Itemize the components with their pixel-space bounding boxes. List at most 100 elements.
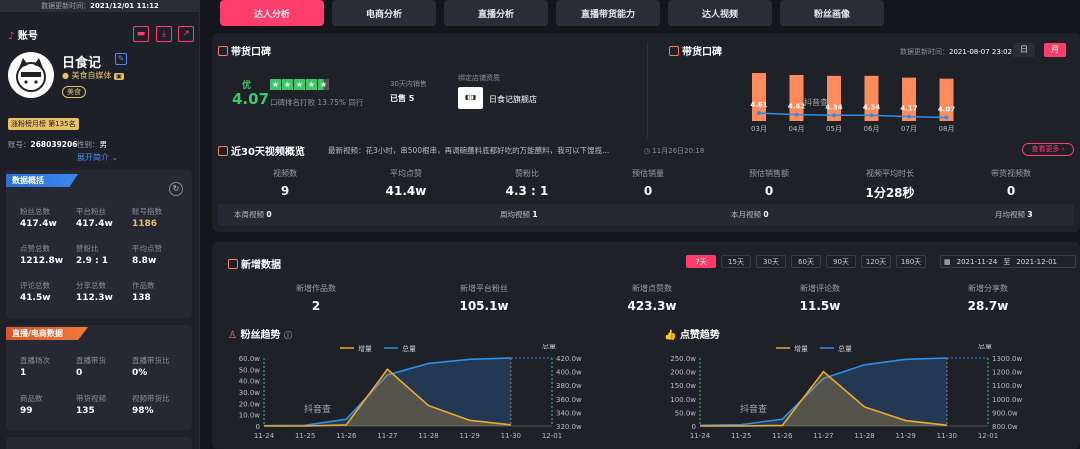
account-no-label: 账号： (8, 140, 31, 149)
watermark: 抖音查 (304, 403, 331, 415)
video-stat-value: 0 (764, 184, 774, 198)
left-tick-label: 0 (692, 423, 696, 431)
fans-trend-title-text: 粉丝趋势 (240, 330, 281, 341)
new-data-title-text: 新增数据 (241, 260, 281, 271)
left-tick-label: 150.0w (670, 382, 696, 390)
left-tick-label: 200.0w (670, 369, 696, 377)
bar-value-label: 4.17 (900, 105, 917, 113)
overview-label: 分享总数 (76, 281, 106, 290)
external-link-icon[interactable]: ↗ (178, 26, 194, 42)
favorite-icon[interactable]: ▬ (133, 26, 149, 42)
video-stat-value: 4.3 : 1 (505, 184, 549, 198)
tab-4[interactable]: 达人视频 (668, 0, 772, 26)
range-button[interactable]: 30天 (756, 255, 786, 268)
live-value: 99 (20, 406, 33, 416)
overview-value: 2.9 : 1 (76, 256, 109, 266)
account-heading: ♪ 账号 (8, 27, 38, 42)
live-label: 视频带货比 (132, 394, 170, 403)
divider (647, 43, 648, 138)
reputation-chart-title: 带货口碑 (669, 43, 722, 58)
reputation-title: 带货口碑 (218, 43, 271, 58)
trend-point (757, 111, 761, 116)
chevron-down-icon: ⌄ (111, 153, 119, 162)
overview-cell: 评论总数 41.5w (20, 280, 76, 303)
left-tick-label: 250.0w (670, 355, 696, 363)
star-icon: ★ (270, 79, 281, 90)
video-stat-value: 1分28秒 (865, 186, 915, 200)
live-value: 1 (20, 368, 27, 378)
new-stat-label: 新增平台粉丝 (460, 284, 508, 293)
right-tick-label: 340.0w (556, 409, 582, 417)
frequency-value: 0 (266, 210, 272, 219)
tab-1[interactable]: 电商分析 (332, 0, 436, 26)
creator-name: 日食记 (62, 56, 102, 71)
right-tick-label: 900.0w (992, 409, 1018, 417)
gender-label: 性别： (77, 140, 100, 149)
tab-0[interactable]: 达人分析 (220, 0, 324, 26)
overview-value: 417.4w (20, 219, 57, 229)
user-icon: ♙ (228, 330, 241, 341)
range-button[interactable]: 90天 (826, 255, 856, 268)
bar-category-label: 05月 (826, 125, 842, 133)
download-icon[interactable]: ⤓ (156, 26, 172, 42)
shop-icon: ▣ (114, 73, 124, 80)
month-toggle[interactable]: 月 (1044, 43, 1066, 57)
left-tick-label: 20.0w (239, 400, 261, 408)
video-stat-value: 0 (643, 184, 653, 198)
expand-intro-link[interactable]: 展开简介 ⌄ (77, 152, 118, 163)
bar (902, 77, 916, 121)
shop-name[interactable]: 日食记旗舰店 (489, 94, 537, 105)
right-tick-label: 380.0w (556, 382, 582, 390)
gender-value: 男 (99, 140, 108, 149)
live-ecommerce-card: 直播/电商数据 直播场次 1 直播带货 0 直播带货比 0% 商品数 99 带货视频 135 视频带… (6, 325, 192, 430)
view-more-button[interactable]: 查看更多 › (1022, 143, 1074, 156)
video-stat-value: 9 (280, 184, 290, 198)
overview-cell: 平台粉丝 417.4w (76, 206, 132, 229)
x-tick-label: 12-01 (542, 432, 562, 440)
update-time-bar: 数据更新时间： 2021/12/01 11:12 (0, 0, 200, 12)
range-button[interactable]: 180天 (896, 255, 926, 268)
left-tick-label: 30.0w (239, 389, 261, 397)
range-button[interactable]: 7天 (686, 255, 716, 268)
video-stat: 预估销量 0 (583, 168, 713, 198)
live-label: 直播场次 (20, 356, 50, 365)
day-toggle[interactable]: 日 (1013, 43, 1035, 57)
frequency-label: 周均视频 (500, 210, 533, 219)
refresh-icon[interactable]: ↻ (169, 182, 183, 196)
watermark: 抖音查 (804, 97, 828, 107)
frequency-item: 周均视频 1 (500, 209, 538, 220)
live-cell: 直播带货比 0% (132, 355, 188, 378)
live-label: 商品数 (20, 394, 43, 403)
new-data-title: 新增数据 (228, 256, 281, 271)
new-stat-value: 11.5w (799, 299, 841, 313)
tab-5[interactable]: 粉丝画像 (780, 0, 884, 26)
date-sep: 至 (1003, 257, 1011, 266)
tab-2[interactable]: 直播分析 (444, 0, 548, 26)
range-button[interactable]: 120天 (861, 255, 891, 268)
media-tag: ● 美食自媒体 ▣ (62, 70, 124, 81)
video-stat: 视频数 9 (220, 168, 350, 198)
live-label: 带货视频 (76, 394, 106, 403)
profile-sidebar: 数据更新时间： 2021/12/01 11:12 ♪ 账号 ▬ ⤓ ↗ 日食记 … (0, 0, 200, 449)
overview-label: 赞粉比 (76, 244, 99, 253)
range-button[interactable]: 15天 (721, 255, 751, 268)
left-tick-label: 0 (256, 423, 260, 431)
rank-badge[interactable]: 涨粉榜月榜 第135名 (8, 118, 79, 130)
date-range-picker[interactable]: ▦ 2021-11-24 至 2021-12-01 (940, 255, 1076, 268)
tab-3[interactable]: 直播带货能力 (556, 0, 660, 26)
new-stat-label: 新增评论数 (800, 284, 840, 293)
bar-value-label: 4.07 (938, 105, 955, 113)
likes-trend-title-text: 点赞趋势 (679, 330, 720, 341)
bar-category-label: 08月 (939, 125, 955, 133)
chart-update-label: 数据更新时间： (900, 48, 949, 56)
latest-video-link[interactable]: 最新视频：花3小时，串500根串，再调碗蘸料底都好吃的万能蘸料，我可以下馊揽..… (328, 145, 638, 156)
x-tick-label: 11-28 (854, 432, 874, 440)
x-tick-label: 11-27 (813, 432, 833, 440)
video-stat: 赞粉比 4.3 : 1 (462, 168, 592, 198)
edit-icon[interactable]: ✎ (115, 53, 127, 65)
help-icon[interactable]: ⓘ (284, 331, 292, 340)
right-axis-title: 总量 (542, 344, 556, 350)
frequency-label: 本月视频 (731, 210, 764, 219)
range-button[interactable]: 60天 (791, 255, 821, 268)
overview-value: 138 (132, 293, 151, 303)
